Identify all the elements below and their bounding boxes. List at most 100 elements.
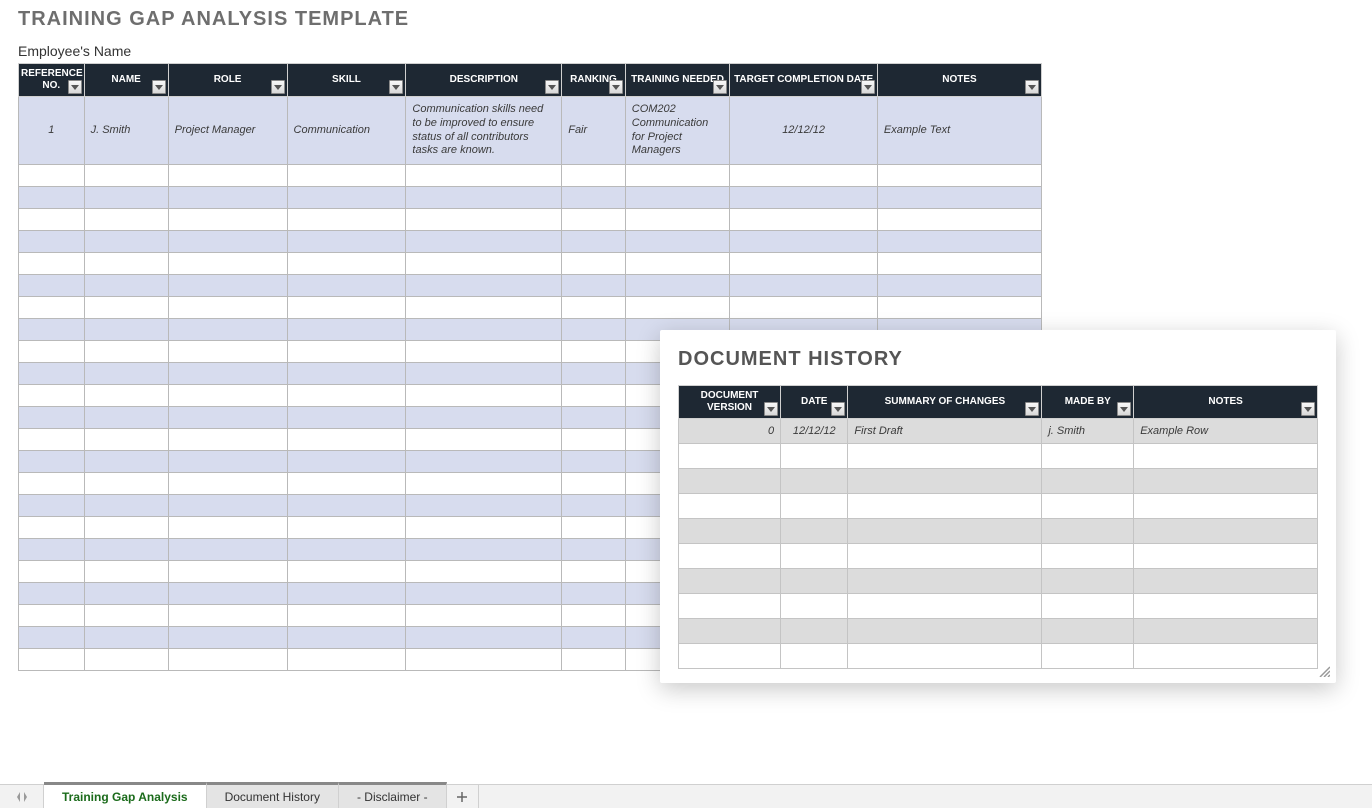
cell[interactable] [168, 539, 287, 561]
cell[interactable] [730, 209, 878, 231]
cell[interactable] [730, 275, 878, 297]
cell[interactable] [1134, 519, 1318, 544]
column-header[interactable]: DOCUMENT VERSION [679, 386, 781, 419]
cell[interactable] [625, 209, 730, 231]
cell[interactable] [84, 561, 168, 583]
cell[interactable] [848, 594, 1042, 619]
cell[interactable] [730, 253, 878, 275]
cell[interactable] [679, 619, 781, 644]
filter-dropdown-icon[interactable] [1025, 402, 1039, 416]
cell[interactable] [679, 519, 781, 544]
cell[interactable] [19, 341, 85, 363]
filter-dropdown-icon[interactable] [1117, 402, 1131, 416]
table-row[interactable] [679, 444, 1318, 469]
cell[interactable] [19, 583, 85, 605]
cell[interactable] [19, 363, 85, 385]
column-header[interactable]: NOTES [877, 64, 1041, 97]
cell[interactable] [287, 209, 406, 231]
column-header[interactable]: MADE BY [1042, 386, 1134, 419]
column-header[interactable]: NOTES [1134, 386, 1318, 419]
table-row[interactable] [679, 519, 1318, 544]
cell[interactable] [877, 187, 1041, 209]
cell[interactable] [84, 385, 168, 407]
cell[interactable] [84, 253, 168, 275]
cell[interactable] [168, 297, 287, 319]
cell[interactable] [562, 187, 626, 209]
cell[interactable] [848, 544, 1042, 569]
cell[interactable] [406, 605, 562, 627]
cell[interactable] [287, 231, 406, 253]
cell[interactable] [168, 583, 287, 605]
cell[interactable]: 12/12/12 [781, 419, 848, 444]
cell[interactable] [287, 649, 406, 671]
cell[interactable] [406, 407, 562, 429]
cell[interactable] [168, 341, 287, 363]
filter-dropdown-icon[interactable] [68, 80, 82, 94]
table-row[interactable] [679, 594, 1318, 619]
table-row[interactable] [679, 619, 1318, 644]
cell[interactable] [1134, 494, 1318, 519]
cell[interactable] [781, 519, 848, 544]
table-row[interactable] [19, 231, 1042, 253]
cell[interactable] [19, 539, 85, 561]
cell[interactable] [1042, 594, 1134, 619]
cell[interactable] [679, 569, 781, 594]
cell[interactable] [562, 319, 626, 341]
cell[interactable] [562, 539, 626, 561]
cell[interactable] [679, 494, 781, 519]
table-row[interactable] [19, 253, 1042, 275]
cell[interactable] [168, 495, 287, 517]
cell[interactable] [781, 469, 848, 494]
cell[interactable] [19, 561, 85, 583]
cell[interactable] [84, 649, 168, 671]
cell[interactable] [406, 561, 562, 583]
cell[interactable] [287, 583, 406, 605]
cell[interactable]: Project Manager [168, 97, 287, 165]
cell[interactable] [562, 495, 626, 517]
filter-dropdown-icon[interactable] [1025, 80, 1039, 94]
cell[interactable] [168, 187, 287, 209]
cell[interactable] [84, 429, 168, 451]
cell[interactable] [168, 253, 287, 275]
cell[interactable]: Communication [287, 97, 406, 165]
cell[interactable] [1134, 544, 1318, 569]
cell[interactable] [679, 644, 781, 669]
cell[interactable] [19, 385, 85, 407]
cell[interactable] [730, 165, 878, 187]
cell[interactable] [406, 275, 562, 297]
cell[interactable] [168, 407, 287, 429]
cell[interactable] [19, 429, 85, 451]
cell[interactable] [562, 253, 626, 275]
table-row[interactable]: 1J. SmithProject ManagerCommunicationCom… [19, 97, 1042, 165]
cell[interactable] [679, 444, 781, 469]
cell[interactable] [562, 275, 626, 297]
column-header[interactable]: SUMMARY OF CHANGES [848, 386, 1042, 419]
cell[interactable] [730, 231, 878, 253]
cell[interactable] [406, 429, 562, 451]
cell[interactable] [84, 627, 168, 649]
cell[interactable] [84, 407, 168, 429]
cell[interactable] [406, 385, 562, 407]
cell[interactable] [287, 341, 406, 363]
cell[interactable]: COM202 Communication for Project Manager… [625, 97, 730, 165]
cell[interactable] [877, 297, 1041, 319]
cell[interactable] [19, 209, 85, 231]
cell[interactable] [168, 605, 287, 627]
cell[interactable] [406, 253, 562, 275]
cell[interactable] [848, 494, 1042, 519]
table-row[interactable] [679, 644, 1318, 669]
cell[interactable] [19, 187, 85, 209]
cell[interactable] [287, 275, 406, 297]
cell[interactable] [168, 209, 287, 231]
cell[interactable] [562, 297, 626, 319]
cell[interactable] [1042, 644, 1134, 669]
cell[interactable] [84, 319, 168, 341]
cell[interactable] [1042, 494, 1134, 519]
cell[interactable] [287, 517, 406, 539]
cell[interactable] [877, 165, 1041, 187]
cell[interactable] [1042, 619, 1134, 644]
cell[interactable] [19, 627, 85, 649]
cell[interactable] [679, 544, 781, 569]
column-header[interactable]: ROLE [168, 64, 287, 97]
cell[interactable] [1134, 644, 1318, 669]
